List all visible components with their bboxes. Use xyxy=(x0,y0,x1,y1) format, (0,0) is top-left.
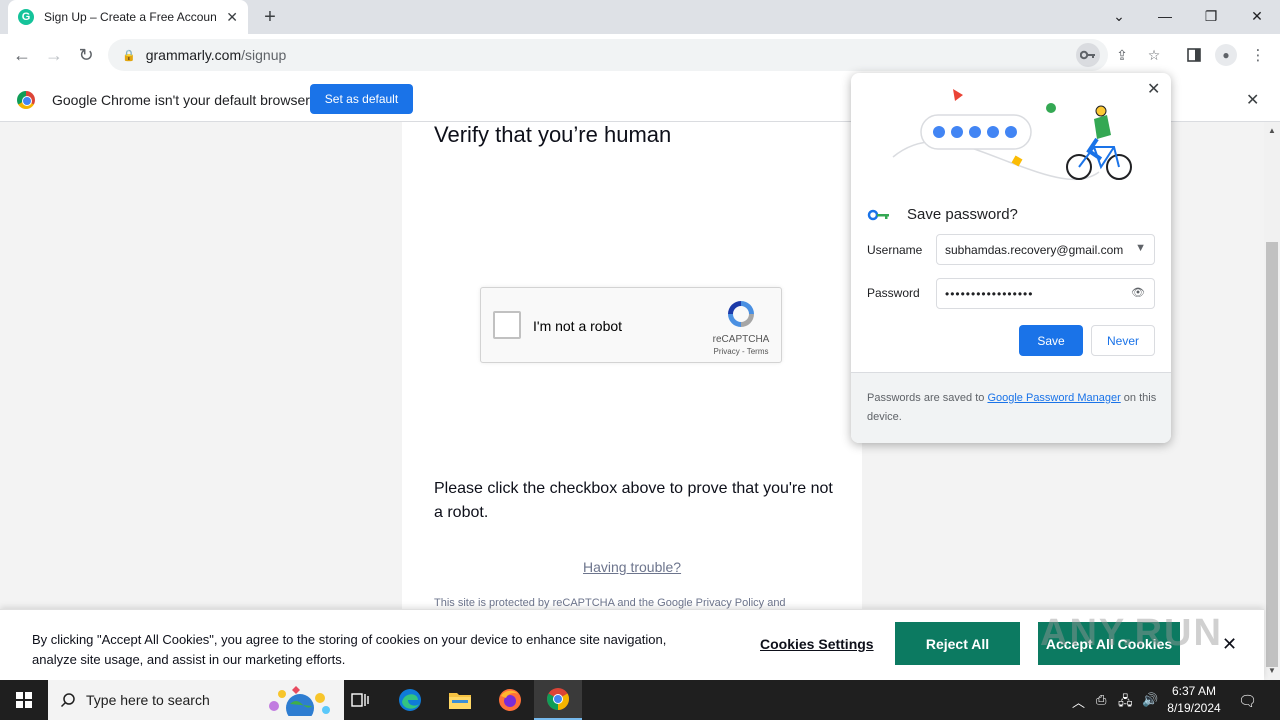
username-dropdown[interactable]: subhamdas.recovery@gmail.com ▼ xyxy=(936,234,1155,265)
recaptcha-logo-icon xyxy=(728,301,754,327)
tab-strip: G Sign Up – Create a Free Account ✕ + ⌄ … xyxy=(0,0,1280,34)
start-button[interactable] xyxy=(0,680,48,720)
password-illustration-icon xyxy=(892,89,1132,181)
task-view-icon[interactable] xyxy=(336,680,384,720)
recaptcha-privacy-terms-links[interactable]: Privacy - Terms xyxy=(709,347,773,356)
save-password-bubble: ✕ Save password? Username subhamdas.reco… xyxy=(851,73,1171,443)
save-password-title-row: Save password? xyxy=(867,206,1018,223)
close-icon[interactable]: ✕ xyxy=(1147,79,1160,99)
key-icon xyxy=(867,209,889,220)
cookies-settings-button[interactable]: Cookies Settings xyxy=(760,636,874,652)
password-manager-note: Passwords are saved to Google Password M… xyxy=(867,392,1157,423)
clock-time: 6:37 AM xyxy=(1171,684,1217,698)
browser-tab[interactable]: G Sign Up – Create a Free Account ✕ xyxy=(8,0,248,34)
recaptcha-brand: reCAPTCHA xyxy=(712,334,770,345)
password-bubble-footer: Passwords are saved to Google Password M… xyxy=(851,372,1171,443)
infobar-close-icon[interactable]: ✕ xyxy=(1246,90,1259,110)
password-value: ••••••••••••••••• xyxy=(945,286,1034,301)
scrollbar-thumb[interactable] xyxy=(1266,242,1278,667)
chrome-logo-icon xyxy=(17,91,35,109)
windows-logo-icon xyxy=(16,692,32,708)
new-tab-button[interactable]: + xyxy=(258,5,282,29)
page-scrollbar[interactable]: ▲ ▼ xyxy=(1264,122,1280,680)
save-button[interactable]: Save xyxy=(1019,325,1083,356)
firefox-icon[interactable] xyxy=(486,680,534,720)
taskbar-search-box[interactable]: Type here to search xyxy=(48,680,344,720)
having-trouble-link[interactable]: Having trouble? xyxy=(583,559,681,575)
tab-search-icon[interactable]: ⌄ xyxy=(1096,0,1142,32)
share-icon[interactable]: ⇪ xyxy=(1110,43,1134,67)
search-icon xyxy=(60,693,75,708)
show-hidden-icons-chevron-icon[interactable]: ︿ xyxy=(1072,692,1085,711)
search-placeholder: Type here to search xyxy=(86,692,210,708)
network-device-icon[interactable]: ⎙ xyxy=(1096,692,1106,708)
google-password-manager-link[interactable]: Google Password Manager xyxy=(987,392,1120,404)
bookmark-star-icon[interactable]: ☆ xyxy=(1142,43,1166,67)
close-tab-icon[interactable]: ✕ xyxy=(226,9,238,26)
scroll-down-arrow-icon[interactable]: ▼ xyxy=(1268,666,1276,675)
forward-icon[interactable]: → xyxy=(41,42,67,68)
anyrun-watermark: ANY.RUN xyxy=(1040,612,1223,654)
cookie-consent-text: By clicking "Accept All Cookies", you ag… xyxy=(32,632,667,667)
avatar: ● xyxy=(1215,44,1237,66)
recaptcha-checkbox[interactable] xyxy=(493,311,521,339)
search-highlight-art-icon xyxy=(269,686,330,716)
browser-toolbar: ← → ↻ 🔒 grammarly.com/signup ⇪ ☆ ● ⋮ xyxy=(0,34,1280,76)
show-password-eye-icon[interactable]: 👁 xyxy=(1131,286,1146,299)
notifications-icon[interactable]: 🗨 xyxy=(1238,692,1257,710)
chrome-taskbar-icon[interactable] xyxy=(534,680,582,720)
taskbar-clock[interactable]: 6:37 AM 8/19/2024 xyxy=(1162,683,1226,717)
side-panel-icon[interactable] xyxy=(1182,43,1206,67)
never-button[interactable]: Never xyxy=(1091,325,1155,356)
username-value: subhamdas.recovery@gmail.com xyxy=(945,242,1124,257)
chevron-down-icon: ▼ xyxy=(1135,242,1146,254)
tab-title: Sign Up – Create a Free Account xyxy=(44,10,216,24)
password-key-icon[interactable] xyxy=(1076,43,1100,67)
url-text: grammarly.com/signup xyxy=(145,47,287,63)
save-password-title: Save password? xyxy=(907,206,1018,223)
instruction-text: Please click the checkbox above to prove… xyxy=(434,480,833,521)
grammarly-favicon-icon: G xyxy=(18,9,34,25)
profile-icon[interactable]: ● xyxy=(1214,43,1238,67)
reject-all-button[interactable]: Reject All xyxy=(895,622,1020,665)
windows-taskbar: Type here to search ︿ ⎙ 🖧 🔊 6:37 AM 8/19… xyxy=(0,680,1280,720)
password-label: Password xyxy=(867,286,920,300)
back-icon[interactable]: ← xyxy=(9,42,35,68)
scroll-up-arrow-icon[interactable]: ▲ xyxy=(1268,126,1276,135)
close-window-button[interactable]: ✕ xyxy=(1234,0,1280,32)
minimize-button[interactable]: — xyxy=(1142,0,1188,32)
set-as-default-button[interactable]: Set as default xyxy=(310,84,413,114)
infobar-message: Google Chrome isn't your default browser xyxy=(52,92,310,108)
network-icon[interactable]: 🖧 xyxy=(1118,692,1133,714)
password-field[interactable]: ••••••••••••••••• 👁 xyxy=(936,278,1155,309)
lock-icon[interactable]: 🔒 xyxy=(122,49,136,62)
page-title: Verify that you’re human xyxy=(434,122,672,147)
edge-browser-icon[interactable] xyxy=(386,680,434,720)
restore-button[interactable]: ❐ xyxy=(1188,0,1234,32)
reload-icon[interactable]: ↻ xyxy=(73,42,99,68)
volume-icon[interactable]: 🔊 xyxy=(1142,692,1158,708)
file-explorer-icon[interactable] xyxy=(436,680,484,720)
recaptcha-label: I'm not a robot xyxy=(533,318,623,334)
clock-date: 8/19/2024 xyxy=(1167,701,1221,715)
menu-kebab-icon[interactable]: ⋮ xyxy=(1246,43,1270,67)
verify-card: Verify that you’re human I'm not a robot… xyxy=(402,122,862,680)
address-bar[interactable]: 🔒 grammarly.com/signup ⇪ ☆ xyxy=(108,39,1160,71)
recaptcha-widget: I'm not a robot reCAPTCHA Privacy - Term… xyxy=(480,287,782,363)
username-label: Username xyxy=(867,243,923,257)
cookie-close-icon[interactable]: ✕ xyxy=(1222,634,1237,655)
recaptcha-protection-notice: This site is protected by reCAPTCHA and … xyxy=(434,597,786,609)
